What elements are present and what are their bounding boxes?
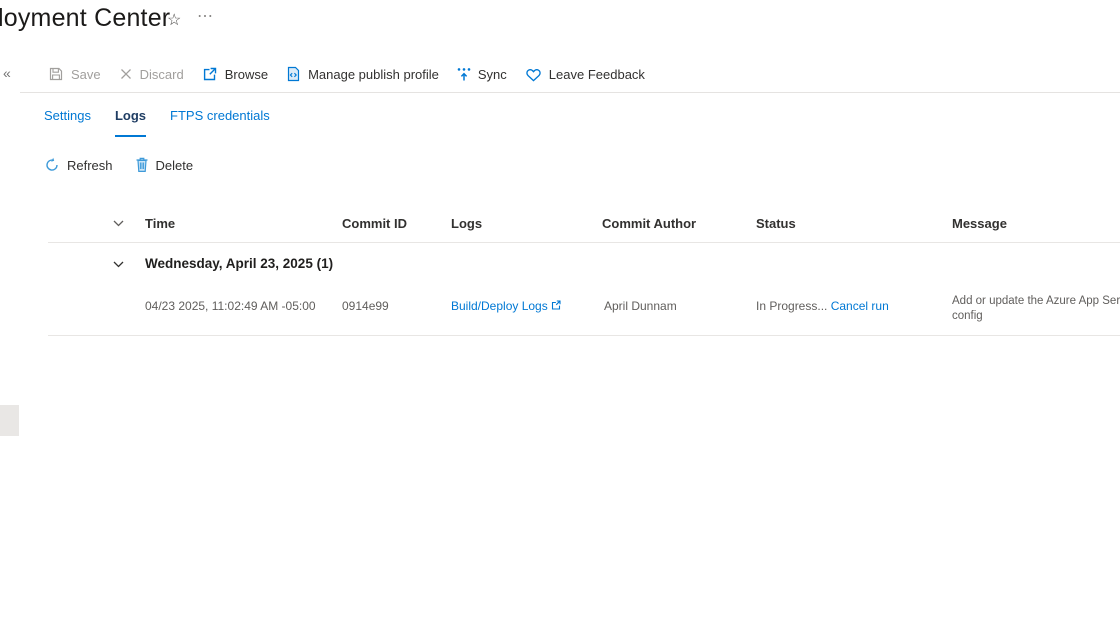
cell-time: 04/23 2025, 11:02:49 AM -05:00 bbox=[145, 299, 316, 313]
manage-publish-profile-label: Manage publish profile bbox=[308, 67, 439, 82]
column-header-time[interactable]: Time bbox=[145, 216, 175, 231]
left-edge-panel-fragment bbox=[0, 405, 19, 436]
message-line-1: Add or update the Azure App Service bbox=[952, 294, 1120, 309]
date-group-label: Wednesday, April 23, 2025 (1) bbox=[145, 256, 333, 271]
deployment-log-row[interactable]: 04/23 2025, 11:02:49 AM -05:00 0914e99 B… bbox=[0, 289, 1120, 336]
browse-button[interactable]: Browse bbox=[202, 66, 268, 82]
leave-feedback-button[interactable]: Leave Feedback bbox=[525, 67, 645, 82]
sync-button[interactable]: Sync bbox=[457, 67, 507, 82]
deployment-logs-table: Time Commit ID Logs Commit Author Status… bbox=[0, 206, 1120, 336]
refresh-icon bbox=[44, 157, 60, 173]
cell-message: Add or update the Azure App Service conf… bbox=[952, 294, 1120, 324]
publish-profile-file-icon bbox=[286, 66, 301, 82]
heart-icon bbox=[525, 67, 542, 82]
header-chevron-down-icon[interactable] bbox=[112, 217, 125, 235]
column-header-commit-id[interactable]: Commit ID bbox=[342, 216, 407, 231]
cell-logs: Build/Deploy Logs bbox=[451, 299, 561, 313]
tab-settings[interactable]: Settings bbox=[44, 108, 91, 137]
message-line-2: config bbox=[952, 309, 1120, 324]
group-chevron-down-icon[interactable] bbox=[112, 258, 125, 276]
date-group-row[interactable]: Wednesday, April 23, 2025 (1) bbox=[0, 243, 1120, 289]
delete-button[interactable]: Delete bbox=[135, 157, 194, 173]
trash-icon bbox=[135, 157, 149, 173]
discard-button[interactable]: Discard bbox=[119, 67, 184, 82]
save-icon bbox=[48, 66, 64, 82]
column-header-status[interactable]: Status bbox=[756, 216, 796, 231]
browse-label: Browse bbox=[225, 67, 268, 82]
leave-feedback-label: Leave Feedback bbox=[549, 67, 645, 82]
refresh-label: Refresh bbox=[67, 158, 113, 173]
save-button[interactable]: Save bbox=[48, 66, 101, 82]
save-label: Save bbox=[71, 67, 101, 82]
tab-ftps-credentials[interactable]: FTPS credentials bbox=[170, 108, 270, 137]
pivot-tabs: Settings Logs FTPS credentials bbox=[44, 108, 270, 137]
cell-commit-id: 0914e99 bbox=[342, 299, 389, 313]
table-header-row: Time Commit ID Logs Commit Author Status… bbox=[0, 206, 1120, 243]
cell-commit-author: April Dunnam bbox=[604, 299, 677, 313]
external-link-icon bbox=[551, 299, 561, 313]
command-toolbar: Save Discard Browse Manage publish profi… bbox=[48, 61, 645, 87]
logs-command-bar: Refresh Delete bbox=[44, 157, 193, 173]
build-deploy-logs-link[interactable]: Build/Deploy Logs bbox=[451, 299, 561, 313]
cancel-run-link[interactable]: Cancel run bbox=[831, 299, 889, 313]
favorite-star-icon[interactable]: ☆ bbox=[167, 10, 181, 30]
tab-logs[interactable]: Logs bbox=[115, 108, 146, 137]
discard-label: Discard bbox=[140, 67, 184, 82]
build-deploy-logs-label: Build/Deploy Logs bbox=[451, 299, 548, 313]
status-text: In Progress... bbox=[756, 299, 827, 313]
more-options-icon[interactable]: ⋯ bbox=[197, 6, 215, 26]
refresh-button[interactable]: Refresh bbox=[44, 157, 113, 173]
delete-label: Delete bbox=[156, 158, 194, 173]
external-open-icon bbox=[202, 66, 218, 82]
sync-label: Sync bbox=[478, 67, 507, 82]
collapse-menu-button[interactable]: « bbox=[3, 65, 11, 81]
page-title: loyment Center bbox=[0, 4, 170, 33]
column-header-commit-author[interactable]: Commit Author bbox=[602, 216, 696, 231]
discard-x-icon bbox=[119, 67, 133, 81]
column-header-logs[interactable]: Logs bbox=[451, 216, 482, 231]
column-header-message[interactable]: Message bbox=[952, 216, 1007, 231]
cell-status: In Progress... Cancel run bbox=[756, 299, 889, 313]
toolbar-divider bbox=[20, 92, 1120, 93]
manage-publish-profile-button[interactable]: Manage publish profile bbox=[286, 66, 439, 82]
sync-icon bbox=[457, 67, 471, 82]
row-divider bbox=[48, 335, 1120, 336]
